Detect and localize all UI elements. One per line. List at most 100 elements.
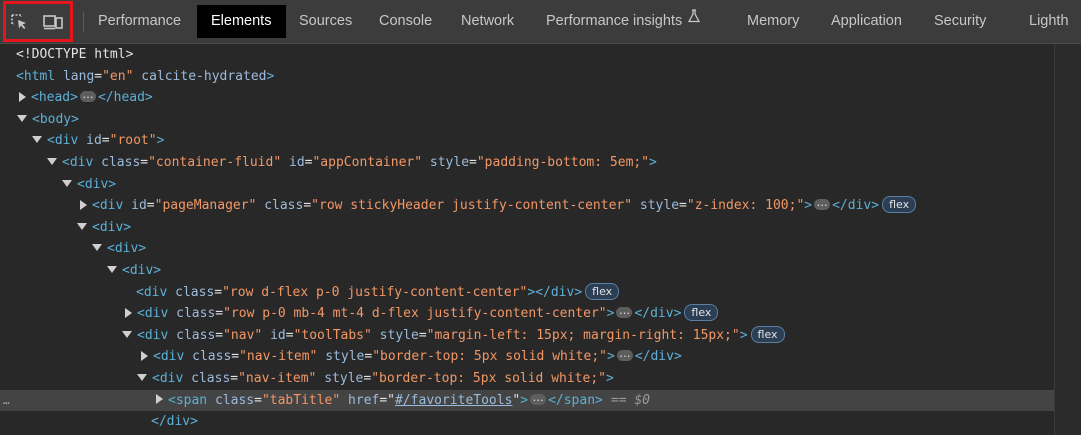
container-class-val: "container-fluid" (148, 155, 282, 170)
collapse-arrow-icon[interactable] (107, 266, 117, 273)
container-style-attr: style (422, 155, 470, 170)
span-close-tag: </span> (548, 392, 603, 408)
row1-tag: <div (136, 284, 168, 300)
flex-badge[interactable]: flex (882, 196, 917, 214)
flex-badge[interactable]: flex (750, 325, 785, 343)
collapsed-ellipsis-icon[interactable]: … (616, 305, 633, 319)
tree-line-nav-item-1[interactable]: <div class="nav-item" style="border-top:… (0, 346, 1054, 368)
div-close-tag: </div> (634, 349, 682, 365)
root-tag: <div (47, 133, 79, 149)
tab-memory[interactable]: Memory (747, 5, 799, 38)
tree-line-app-container[interactable]: <div class="container-fluid" id="appCont… (0, 152, 1054, 174)
div-close-tag: </div> (151, 414, 198, 430)
container-id-val: "appContainer" (312, 155, 423, 170)
span-tag: <span (168, 392, 208, 408)
collapse-arrow-icon[interactable] (122, 330, 132, 338)
nav-class-val: "nav" (223, 327, 263, 343)
devtools-tab-bar: Performance Elements Sources Console Net… (0, 0, 1081, 44)
tree-line-tool-tabs[interactable]: <div class="nav" id="toolTabs" style="ma… (0, 325, 1054, 347)
collapse-arrow-icon[interactable] (47, 158, 57, 165)
html-tag: <html (16, 68, 56, 84)
tree-line-div-4[interactable]: <div> (0, 260, 1054, 282)
row2-class-attr: class (168, 306, 216, 322)
div-tag: <div> (122, 263, 162, 278)
nav-item1-style-attr: style (317, 349, 365, 365)
head-close-tag: </head> (97, 90, 153, 106)
body-open-tag: <body> (32, 111, 79, 127)
html-attr-calcite: calcite-hydrated (133, 68, 267, 84)
row1-class-val: "row d-flex p-0 justify-content-center" (222, 284, 528, 300)
tree-line-nav-item-2[interactable]: <div class="nav-item" style="border-top:… (0, 368, 1054, 390)
collapse-arrow-icon[interactable] (62, 179, 72, 187)
expand-arrow-icon[interactable] (141, 350, 148, 361)
div-tag: <div> (107, 241, 147, 257)
tab-security[interactable]: Security (934, 5, 986, 38)
tree-line-row-1[interactable]: <div class="row d-flex p-0 justify-conte… (0, 282, 1054, 304)
nav-tag: <div (137, 327, 169, 343)
div-close-tag: </div> (535, 284, 583, 300)
tree-line-body[interactable]: <body> (0, 109, 1054, 131)
row1-class-attr: class (167, 284, 215, 300)
tab-console[interactable]: Console (379, 5, 432, 38)
tree-line-head[interactable]: <head>… </head> (0, 87, 1054, 109)
nav-item1-tag: <div (153, 349, 185, 365)
expand-arrow-icon[interactable] (156, 394, 163, 405)
tree-line-div-1[interactable]: <div> (0, 174, 1054, 196)
tree-line-html[interactable]: <html lang="en" calcite-hydrated> (0, 66, 1054, 88)
nav-item2-style-attr: style (316, 371, 364, 386)
tree-line-div-3[interactable]: <div> (0, 238, 1054, 260)
nav-item1-class-attr: class (184, 349, 232, 365)
collapsed-ellipsis-icon[interactable]: … (814, 197, 831, 211)
collapse-arrow-icon[interactable] (137, 374, 147, 381)
selected-node-marker: == $0 (610, 392, 651, 408)
span-class-val: "tabTitle" (261, 392, 341, 408)
collapse-arrow-icon[interactable] (77, 222, 87, 230)
nav-item2-tag: <div (152, 371, 184, 386)
tab-elements[interactable]: Elements (197, 5, 286, 38)
nav-item1-class-val: "nav-item" (239, 349, 318, 365)
expand-arrow-icon[interactable] (125, 307, 132, 318)
tab-performance-insights[interactable]: Performance insights (546, 5, 701, 38)
row-options-dots[interactable]: … (3, 390, 11, 412)
root-id-attr: id (78, 133, 102, 149)
pm-class-val: "row stickyHeader justify-content-center… (311, 198, 633, 214)
expand-arrow-icon[interactable] (80, 199, 87, 210)
tree-line-row-2[interactable]: <div class="row p-0 mb-4 mt-4 d-flex jus… (0, 303, 1054, 325)
root-id-val: "root" (109, 133, 157, 149)
pm-style-val: "z-index: 100;" (686, 198, 805, 214)
tab-performance[interactable]: Performance (98, 5, 181, 38)
tree-line-close-div[interactable]: </div> (0, 411, 1054, 433)
collapsed-ellipsis-icon[interactable]: … (79, 89, 96, 103)
row2-class-val: "row p-0 mb-4 mt-4 d-flex justify-conten… (223, 306, 607, 322)
nav-id-attr: id (262, 327, 286, 343)
collapsed-ellipsis-icon[interactable]: … (530, 392, 547, 405)
pm-tag: <div (92, 198, 124, 214)
tab-sources[interactable]: Sources (299, 5, 352, 38)
nav-item2-class-attr: class (183, 371, 231, 386)
collapse-arrow-icon[interactable] (17, 114, 27, 122)
span-href-attr: href (340, 392, 380, 408)
expand-arrow-icon[interactable] (19, 91, 26, 102)
tab-lighthouse[interactable]: Lighth (1029, 5, 1069, 38)
div-tag: <div> (92, 219, 132, 235)
tree-line-doctype[interactable]: <!DOCTYPE html> (0, 44, 1054, 66)
collapse-arrow-icon[interactable] (32, 136, 42, 144)
span-href-link[interactable]: #/favoriteTools (395, 393, 512, 408)
flex-badge[interactable]: flex (684, 304, 719, 322)
collapsed-ellipsis-icon[interactable]: … (616, 348, 633, 362)
tab-network[interactable]: Network (461, 5, 514, 38)
collapse-arrow-icon[interactable] (92, 244, 102, 252)
tree-line-root[interactable]: <div id="root"> (0, 130, 1054, 152)
tree-line-selected-span[interactable]: … <span class="tabTitle" href="#/favorit… (0, 389, 1054, 412)
highlight-annotation-box (3, 1, 73, 42)
head-open-tag: <head> (31, 90, 78, 106)
row2-tag: <div (137, 306, 169, 322)
flex-badge[interactable]: flex (585, 282, 620, 300)
tree-line-page-manager[interactable]: <div id="pageManager" class="row stickyH… (0, 195, 1054, 217)
html-lang-attr: lang (55, 68, 95, 84)
vertical-scrollbar[interactable] (1054, 44, 1081, 435)
tab-application[interactable]: Application (831, 5, 902, 38)
tab-performance-insights-label: Performance insights (546, 13, 683, 29)
nav-item2-class-val: "nav-item" (238, 371, 317, 386)
tree-line-div-2[interactable]: <div> (0, 217, 1054, 239)
